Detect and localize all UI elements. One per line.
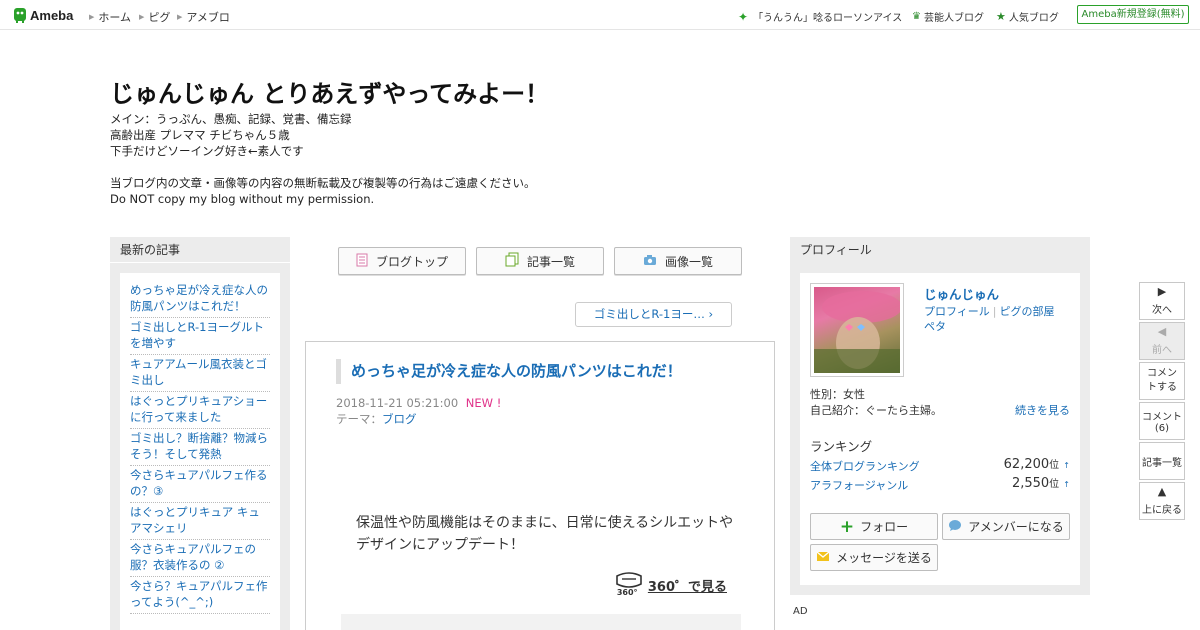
- blog-top-button[interactable]: ブログトップ: [338, 247, 466, 275]
- document-icon: [356, 253, 368, 270]
- read-more-link[interactable]: 続きを見る: [1015, 403, 1070, 419]
- triangle-right-icon: ▶: [89, 13, 95, 21]
- signup-button[interactable]: Ameba新規登録(無料): [1077, 5, 1189, 24]
- avatar[interactable]: [810, 283, 904, 377]
- ranking-genre-value: 2,550位 ↑: [1011, 476, 1070, 491]
- blog-description: メイン：うっぷん、愚痴、記録、覚書、備忘録 高齢出産 プレママ チビちゃん５歳 …: [110, 112, 536, 206]
- send-message-button[interactable]: メッセージを送る: [810, 544, 938, 571]
- article-card: めっちゃ足が冷え症な人の防風パンツはこれだ！ 2018-11-21 05:21:…: [305, 341, 775, 630]
- nav-pig[interactable]: ▶ ピグ: [139, 9, 170, 25]
- back-to-top-button[interactable]: ▲ 上に戻る: [1139, 482, 1185, 520]
- star-icon: ★: [996, 10, 1006, 23]
- profile-gender: 性別：女性: [810, 388, 865, 401]
- list-item[interactable]: ゴミ出しとR-1ヨーグルトを増やす: [130, 318, 270, 355]
- crown-icon: ♛: [912, 11, 921, 22]
- profile-heading: プロフィール: [800, 243, 872, 257]
- profile-name[interactable]: じゅんじゅん: [924, 284, 999, 303]
- rotate-360-icon: 360°: [614, 572, 644, 598]
- triangle-right-icon: ▶: [139, 13, 145, 21]
- ranking-row-all: 全体ブログランキング 62,200位 ↑: [810, 457, 1070, 474]
- list-item[interactable]: めっちゃ足が冷え症な人の防風パンツはこれだ！: [130, 281, 270, 318]
- envelope-icon: [816, 551, 830, 565]
- triangle-left-icon: ◀: [1157, 325, 1167, 338]
- ranking-all-link[interactable]: 全体ブログランキング: [810, 460, 920, 473]
- celeb-blog-link[interactable]: ♛ 芸能人ブログ: [912, 9, 984, 24]
- chevron-right-icon: ›: [708, 307, 714, 321]
- popular-blog-link[interactable]: ★ 人気ブログ: [996, 9, 1059, 24]
- article-meta: 2018-11-21 05:21:00 NEW ! テーマ：ブログ: [336, 395, 501, 427]
- profile-links: プロフィール | ピグの部屋 ペタ: [924, 304, 1055, 334]
- ameba-logo[interactable]: Ameba: [13, 7, 73, 23]
- recent-articles-heading: 最新の記事: [110, 237, 290, 263]
- image-caption: 保温性や防風機能はそのままに、日常に使えるシルエットやデザインにアップデート！: [356, 515, 734, 553]
- ranking-all-value: 62,200位 ↑: [1003, 457, 1070, 472]
- article-datetime: 2018-11-21 05:21:00: [336, 396, 459, 410]
- amember-button[interactable]: アメンバーになる: [942, 513, 1070, 540]
- pig-room-link[interactable]: ピグの部屋: [1000, 305, 1055, 318]
- new-badge: NEW !: [465, 396, 502, 410]
- article-image[interactable]: 保温性や防風機能はそのままに、日常に使えるシルエットやデザインにアップデート！ …: [341, 492, 741, 630]
- follow-button[interactable]: + フォロー: [810, 513, 938, 540]
- blog-title[interactable]: じゅんじゅん とりあえずやってみよー！: [110, 74, 549, 109]
- ameba-logo-icon: [13, 7, 27, 23]
- nav-ameblo[interactable]: ▶ アメブロ: [177, 9, 230, 25]
- profile-link[interactable]: プロフィール: [924, 305, 990, 318]
- list-item[interactable]: 今さら？キュアパルフェ作ってよう(^_^;): [130, 577, 270, 614]
- article-list-side-button[interactable]: 記事一覧: [1139, 442, 1185, 480]
- floating-side-nav: ▶ 次へ ◀ 前へ コメントする コメント (6) 記事一覧 ▲ 上に戻る: [1139, 282, 1185, 522]
- speech-bubble-icon: [948, 519, 962, 535]
- triangle-right-icon: ▶: [177, 13, 183, 21]
- list-item[interactable]: はぐっとプリキュア キュアマシェリ: [130, 503, 270, 540]
- comments-count-button[interactable]: コメント (6): [1139, 402, 1185, 440]
- avatar-image: [814, 287, 900, 373]
- next-article-link[interactable]: ゴミ出しとR-1ヨー… ›: [575, 302, 732, 327]
- camera-icon: [643, 254, 657, 269]
- sparkle-icon: ✦: [738, 9, 749, 24]
- link-separator: |: [992, 305, 997, 318]
- ranking-row-genre: アラフォージャンル 2,550位 ↑: [810, 476, 1070, 493]
- ranking-genre-link[interactable]: アラフォージャンル: [810, 479, 908, 492]
- nav-home[interactable]: ▶ ホーム: [89, 9, 131, 25]
- article-title[interactable]: めっちゃ足が冷え症な人の防風パンツはこれだ！: [336, 359, 682, 384]
- image-list-button[interactable]: 画像一覧: [614, 247, 742, 275]
- peta-link[interactable]: ペタ: [924, 320, 946, 333]
- ranking-heading: ランキング: [810, 439, 873, 454]
- list-item[interactable]: ゴミ出し？断捨離？物減らそう！そして発熱: [130, 429, 270, 466]
- promo-link[interactable]: ✦ 「うんうん」唸るローソンアイス: [738, 9, 902, 25]
- image-lower-strip: [341, 614, 741, 630]
- copy-icon: [505, 252, 519, 270]
- ad-label: AD: [793, 606, 808, 617]
- profile-panel: プロフィール じゅんじゅん プロフィール | ピグの部屋 ペタ 性別：女性 自己紹介…: [790, 237, 1090, 595]
- triangle-right-icon: ▶: [1157, 285, 1167, 298]
- top-header: Ameba ▶ ホーム ▶ ピグ ▶ アメブロ ✦ 「うんうん」唸るローソンアイス ♛…: [0, 0, 1200, 30]
- list-item[interactable]: 今さらキュアパルフェ作るの？③: [130, 466, 270, 503]
- list-item[interactable]: 今さらキュアパルフェの服？衣装作るの ②: [130, 540, 270, 577]
- logo-text: Ameba: [30, 7, 74, 23]
- rank-up-icon: ↑: [1063, 480, 1070, 489]
- profile-info: 性別：女性 自己紹介：ぐーたら主婦。 続きを見る: [810, 387, 1070, 418]
- next-button[interactable]: ▶ 次へ: [1139, 282, 1185, 320]
- prev-button[interactable]: ◀ 前へ: [1139, 322, 1185, 360]
- article-list-button[interactable]: 記事一覧: [476, 247, 604, 275]
- list-item[interactable]: はぐっとプリキュアショーに行って来ました: [130, 392, 270, 429]
- triangle-up-icon: ▲: [1157, 485, 1167, 498]
- rank-up-icon: ↑: [1063, 461, 1070, 470]
- comment-button[interactable]: コメントする: [1139, 362, 1185, 400]
- theme-label: テーマ：: [336, 412, 382, 426]
- profile-box: じゅんじゅん プロフィール | ピグの部屋 ペタ 性別：女性 自己紹介：ぐーたら主婦…: [800, 273, 1080, 585]
- recent-articles-panel: 最新の記事 めっちゃ足が冷え症な人の防風パンツはこれだ！ ゴミ出しとR-1ヨーグ…: [110, 237, 290, 630]
- view-360-link[interactable]: 360° 360゜で見る: [614, 572, 727, 598]
- plus-icon: +: [839, 516, 855, 537]
- list-item[interactable]: キュアアムール風衣装とゴミ出し: [130, 355, 270, 392]
- theme-link[interactable]: ブログ: [382, 412, 417, 426]
- recent-articles-list: めっちゃ足が冷え症な人の防風パンツはこれだ！ ゴミ出しとR-1ヨーグルトを増やす…: [120, 273, 280, 630]
